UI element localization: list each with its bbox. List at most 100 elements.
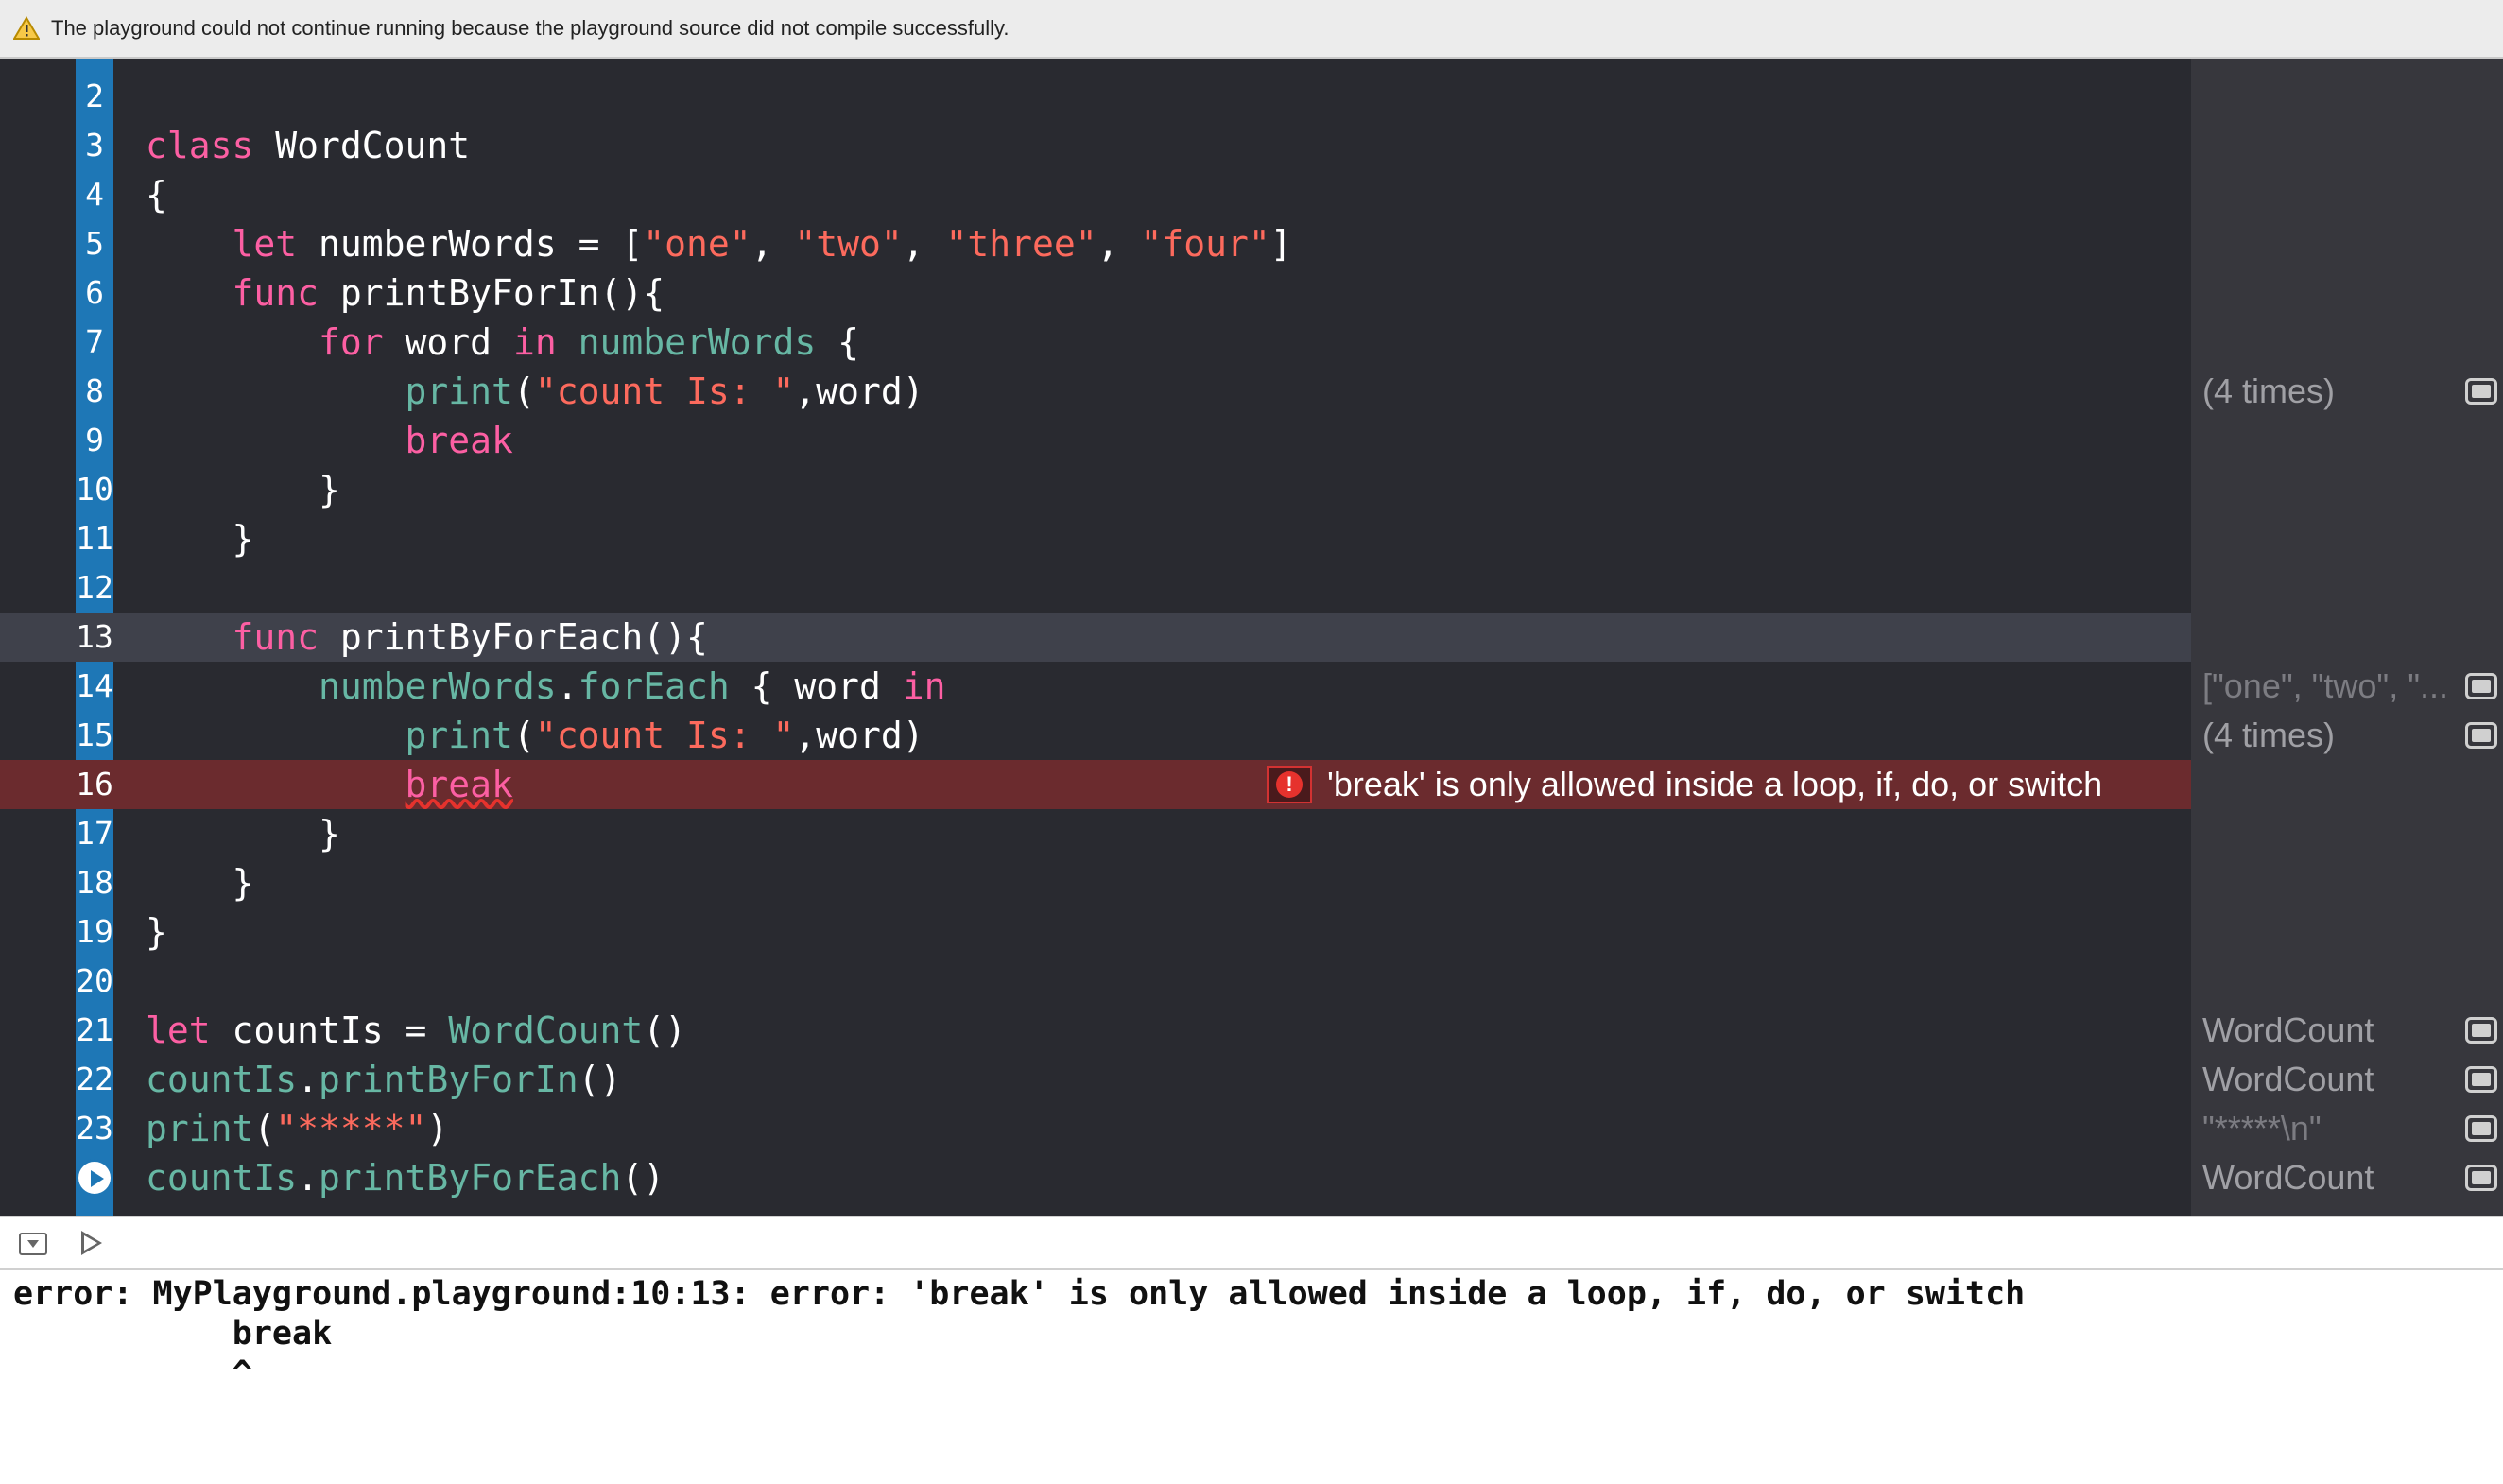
code-line[interactable]: 4{ [0,170,2191,219]
code-line[interactable]: 17 } [0,809,2191,858]
code-line[interactable]: 19} [0,907,2191,957]
code-line[interactable]: 8 print("count Is: ",word) [0,367,2191,416]
code-text[interactable]: numberWords.forEach { word in [146,662,946,711]
hide-debug-area-icon[interactable] [19,1233,47,1255]
code-line[interactable]: 12 [0,563,2191,613]
result-item[interactable]: "*****\n" [2202,1104,2497,1153]
inline-error-message[interactable]: ! 'break' is only allowed inside a loop, … [1267,760,2191,809]
debug-console[interactable]: error: MyPlayground.playground:10:13: er… [0,1270,2503,1484]
result-item[interactable]: WordCount [2202,1055,2497,1104]
code-line[interactable]: 3 class WordCount [0,121,2191,170]
code-text[interactable]: break [146,416,513,465]
identifier-token: numberWords [578,321,817,363]
code-text[interactable]: countIs.printByForEach() [146,1153,665,1202]
code-line[interactable]: 15 print("count Is: ",word) [0,711,2191,760]
line-number[interactable]: 17 [76,809,113,858]
keyword-token: in [902,665,946,707]
code-line[interactable]: countIs.printByForEach() [0,1153,2191,1202]
line-number[interactable]: 19 [76,907,113,957]
code-text[interactable]: func printByForIn(){ [146,268,665,318]
code-editor[interactable]: 2 3 class WordCount 4{5 let numberWords = [… [0,59,2191,1216]
line-number[interactable]: 21 [76,1006,113,1055]
quick-look-icon[interactable] [2465,1017,2497,1044]
line-number[interactable]: 2 [76,72,113,121]
result-item[interactable]: ["one", "two", "... [2202,662,2497,711]
line-number[interactable]: 15 [76,711,113,760]
quick-look-icon[interactable] [2465,1165,2497,1191]
code-line[interactable]: 6 func printByForIn(){ [0,268,2191,318]
code-text[interactable]: } [146,858,254,907]
code-line[interactable]: 2 [0,72,2191,121]
code-line[interactable]: 14 numberWords.forEach { word in [0,662,2191,711]
error-code-line[interactable]: 16 break ! 'break' is only allowed inside … [0,760,2191,809]
code-text[interactable]: for word in numberWords { [146,318,859,367]
code-line[interactable]: 7 for word in numberWords { [0,318,2191,367]
line-number[interactable]: 23 [76,1104,113,1153]
exclamation-circle-icon[interactable]: ! [1267,766,1312,803]
code-text[interactable]: break [146,760,513,809]
string-token: "*****" [275,1108,427,1149]
current-code-line[interactable]: 13 func printByForEach(){ [0,613,2191,662]
code-line[interactable]: 22 countIs.printByForIn() [0,1055,2191,1104]
code-text[interactable]: func printByForEach(){ [146,613,708,662]
result-item[interactable]: WordCount [2202,1006,2497,1055]
result-item[interactable]: (4 times) [2202,711,2497,760]
code-text[interactable]: } [146,465,340,514]
line-number[interactable]: 9 [76,416,113,465]
line-number[interactable]: 10 [76,465,113,514]
result-item[interactable]: WordCount [2202,1153,2497,1202]
code-line[interactable]: 11 } [0,514,2191,563]
string-token: "four" [1140,223,1270,265]
code-text[interactable]: } [146,809,340,858]
code-line[interactable]: 10 } [0,465,2191,514]
code-line[interactable]: 5 let numberWords = ["one", "two", "thre… [0,219,2191,268]
code-text[interactable]: let countIs = WordCount() [146,1006,686,1055]
identifier-token: printByForIn [319,1059,578,1100]
debug-toolbar [0,1216,2503,1270]
line-number[interactable]: 13 [76,613,113,662]
code-text[interactable]: print("count Is: ",word) [146,367,924,416]
line-number[interactable]: 4 [76,170,113,219]
code-line[interactable]: 20 [0,957,2191,1006]
code-text[interactable]: print("*****") [146,1104,448,1153]
keyword-token: break [405,420,513,461]
code-text[interactable]: } [146,514,254,563]
code-text[interactable]: countIs.printByForIn() [146,1055,621,1104]
line-number[interactable]: 20 [76,957,113,1006]
code-token: } [146,911,167,953]
code-text[interactable]: } [146,907,167,957]
code-token: ( [512,371,535,412]
line-number[interactable]: 11 [76,514,113,563]
quick-look-icon[interactable] [2465,722,2497,749]
code-text[interactable]: { [146,170,167,219]
quick-look-icon[interactable] [2465,378,2497,405]
code-text[interactable]: class WordCount [146,121,470,170]
code-line[interactable]: 21 let countIs = WordCount() [0,1006,2191,1055]
line-number[interactable]: 6 [76,268,113,318]
quick-look-icon[interactable] [2465,1066,2497,1093]
line-number[interactable]: 18 [76,858,113,907]
play-outline-icon[interactable] [81,1231,102,1255]
result-item[interactable]: (4 times) [2202,367,2497,416]
line-number[interactable]: 14 [76,662,113,711]
line-number[interactable]: 3 [76,121,113,170]
line-number[interactable]: 8 [76,367,113,416]
code-text[interactable]: let numberWords = ["one", "two", "three"… [146,219,1292,268]
code-token: } [146,862,254,904]
line-number[interactable]: 12 [76,563,113,613]
run-play-icon[interactable] [76,1159,113,1197]
line-number[interactable]: 22 [76,1055,113,1104]
quick-look-icon[interactable] [2465,1115,2497,1142]
line-number[interactable]: 7 [76,318,113,367]
keyword-token: break [405,764,513,805]
line-number[interactable]: 5 [76,219,113,268]
keyword-token: let [146,1009,211,1051]
code-line[interactable]: 18 } [0,858,2191,907]
code-line[interactable]: 9 break [0,416,2191,465]
code-token: () [621,1157,665,1199]
quick-look-icon[interactable] [2465,673,2497,699]
line-number[interactable]: 16 [76,760,113,809]
keyword-token: func [232,272,319,314]
code-text[interactable]: print("count Is: ",word) [146,711,924,760]
code-line[interactable]: 23 print("*****") [0,1104,2191,1153]
